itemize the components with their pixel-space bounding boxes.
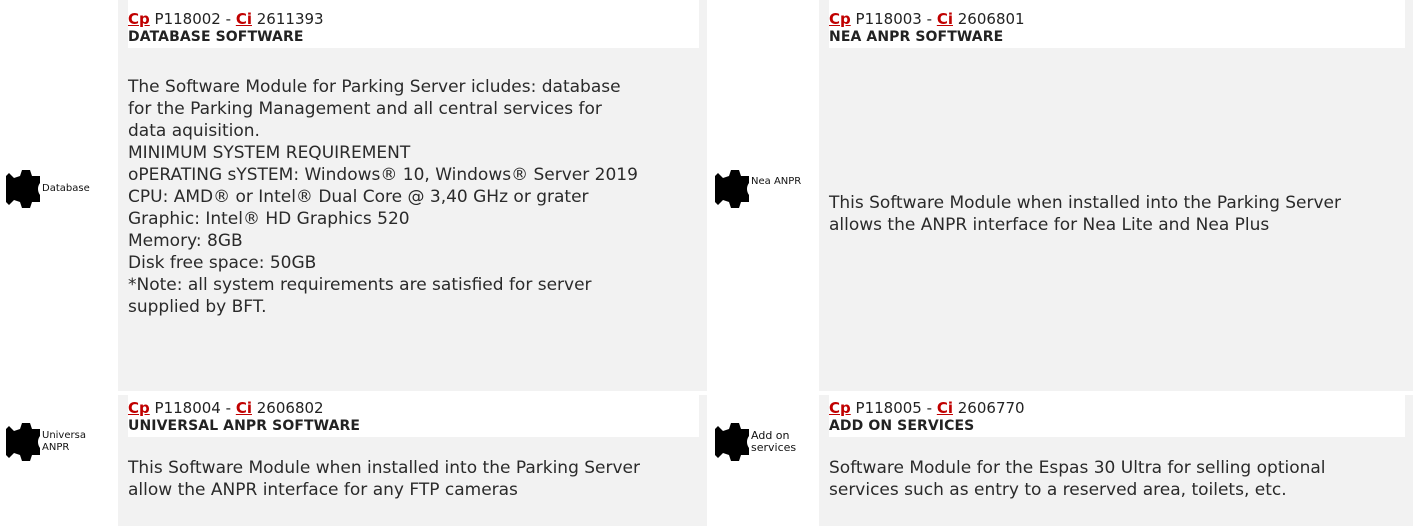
product-title: DATABASE SOFTWARE [128,29,304,45]
description-line: Disk free space: 50GB [128,253,317,273]
product-description: This Software Module when installed into… [829,192,1405,236]
product-image: Universa ANPR [6,419,86,465]
product-card: Cp P118003 - Ci 2606801 NEA ANPR SOFTWAR… [819,0,1413,391]
product-codes: Cp P118003 - Ci 2606801 [829,10,1405,28]
gear-icon [6,423,40,461]
product-icon-cell: Add on services [709,395,817,526]
product-title: NEA ANPR SOFTWARE [829,29,1004,45]
gear-icon [6,170,40,208]
description-line: *Note: all system requirements are satis… [128,275,592,295]
product-title: ADD ON SERVICES [829,418,975,434]
product-header: Cp P118003 - Ci 2606801 NEA ANPR SOFTWAR… [829,0,1405,48]
description-line: Graphic: Intel® HD Graphics 520 [128,209,410,229]
product-header: Cp P118002 - Ci 2611393 DATABASE SOFTWAR… [128,0,699,48]
code-separator: - [926,399,933,417]
product-image: Add on services [715,419,796,465]
product-icon-cell: Universa ANPR [0,395,116,526]
description-line: Memory: 8GB [128,231,243,251]
description-line: The Software Module for Parking Server i… [128,77,621,97]
ci-code: 2611393 [256,10,324,28]
product-image-label: Nea ANPR [751,176,802,187]
product-title: UNIVERSAL ANPR SOFTWARE [128,418,361,434]
product-codes: Cp P118002 - Ci 2611393 [128,10,699,28]
description-line: MINIMUM SYSTEM REQUIREMENT [128,143,411,163]
cp-link[interactable]: Cp [829,10,851,28]
ci-link[interactable]: Ci [236,10,252,28]
product-image-label: Database [42,183,90,194]
product-image-label: Universa ANPR [42,430,86,454]
product-header: Cp P118005 - Ci 2606770 ADD ON SERVICES [829,395,1405,437]
product-codes: Cp P118005 - Ci 2606770 [829,399,1405,417]
description-line: Software Module for the Espas 30 Ultra f… [829,458,1326,478]
product-image-label: Add on services [751,430,796,454]
ci-link[interactable]: Ci [937,399,953,417]
ci-code: 2606802 [256,399,324,417]
product-card: Cp P118004 - Ci 2606802 UNIVERSAL ANPR S… [118,395,707,526]
product-header: Cp P118004 - Ci 2606802 UNIVERSAL ANPR S… [128,395,699,437]
product-icon-cell: Nea ANPR [709,0,817,391]
product-card: Cp P118005 - Ci 2606770 ADD ON SERVICES … [819,395,1413,526]
cp-code: P118005 [855,399,922,417]
cp-link[interactable]: Cp [829,399,851,417]
description-line: data aquisition. [128,121,260,141]
description-line: allow the ANPR interface for any FTP cam… [128,480,518,500]
description-line: for the Parking Management and all centr… [128,99,602,119]
description-line: supplied by BFT. [128,297,267,317]
product-icon-cell: Database [0,0,116,391]
description-line: oPERATING sYSTEM: Windows® 10, Windows® … [128,165,638,185]
product-codes: Cp P118004 - Ci 2606802 [128,399,699,417]
cp-link[interactable]: Cp [128,399,150,417]
product-image-label-line: services [751,441,797,454]
product-description: The Software Module for Parking Server i… [128,76,699,318]
product-image: Nea ANPR [715,166,801,212]
ci-code: 2606770 [957,399,1025,417]
cp-code: P118004 [154,399,221,417]
product-description: Software Module for the Espas 30 Ultra f… [829,457,1405,501]
ci-link[interactable]: Ci [937,10,953,28]
description-line: This Software Module when installed into… [128,458,641,478]
product-image: Database [6,166,90,212]
ci-code: 2606801 [957,10,1025,28]
ci-link[interactable]: Ci [236,399,252,417]
description-line: CPU: AMD® or Intel® Dual Core @ 3,40 GHz… [128,187,589,207]
product-description: This Software Module when installed into… [128,457,699,501]
code-separator: - [926,10,933,28]
product-grid: Database Cp P118002 - Ci 2611393 DATABAS… [0,0,1413,526]
product-card: Cp P118002 - Ci 2611393 DATABASE SOFTWAR… [118,0,707,391]
gear-icon [715,423,749,461]
code-separator: - [225,10,232,28]
cp-link[interactable]: Cp [128,10,150,28]
description-line: services such as entry to a reserved are… [829,480,1287,500]
product-image-label-line: ANPR [42,442,70,453]
code-separator: - [225,399,232,417]
description-line: allows the ANPR interface for Nea Lite a… [829,215,1270,235]
description-line: This Software Module when installed into… [829,193,1342,213]
cp-code: P118002 [154,10,221,28]
product-image-label-line: Universa [42,430,86,441]
cp-code: P118003 [855,10,922,28]
gear-icon [715,170,749,208]
